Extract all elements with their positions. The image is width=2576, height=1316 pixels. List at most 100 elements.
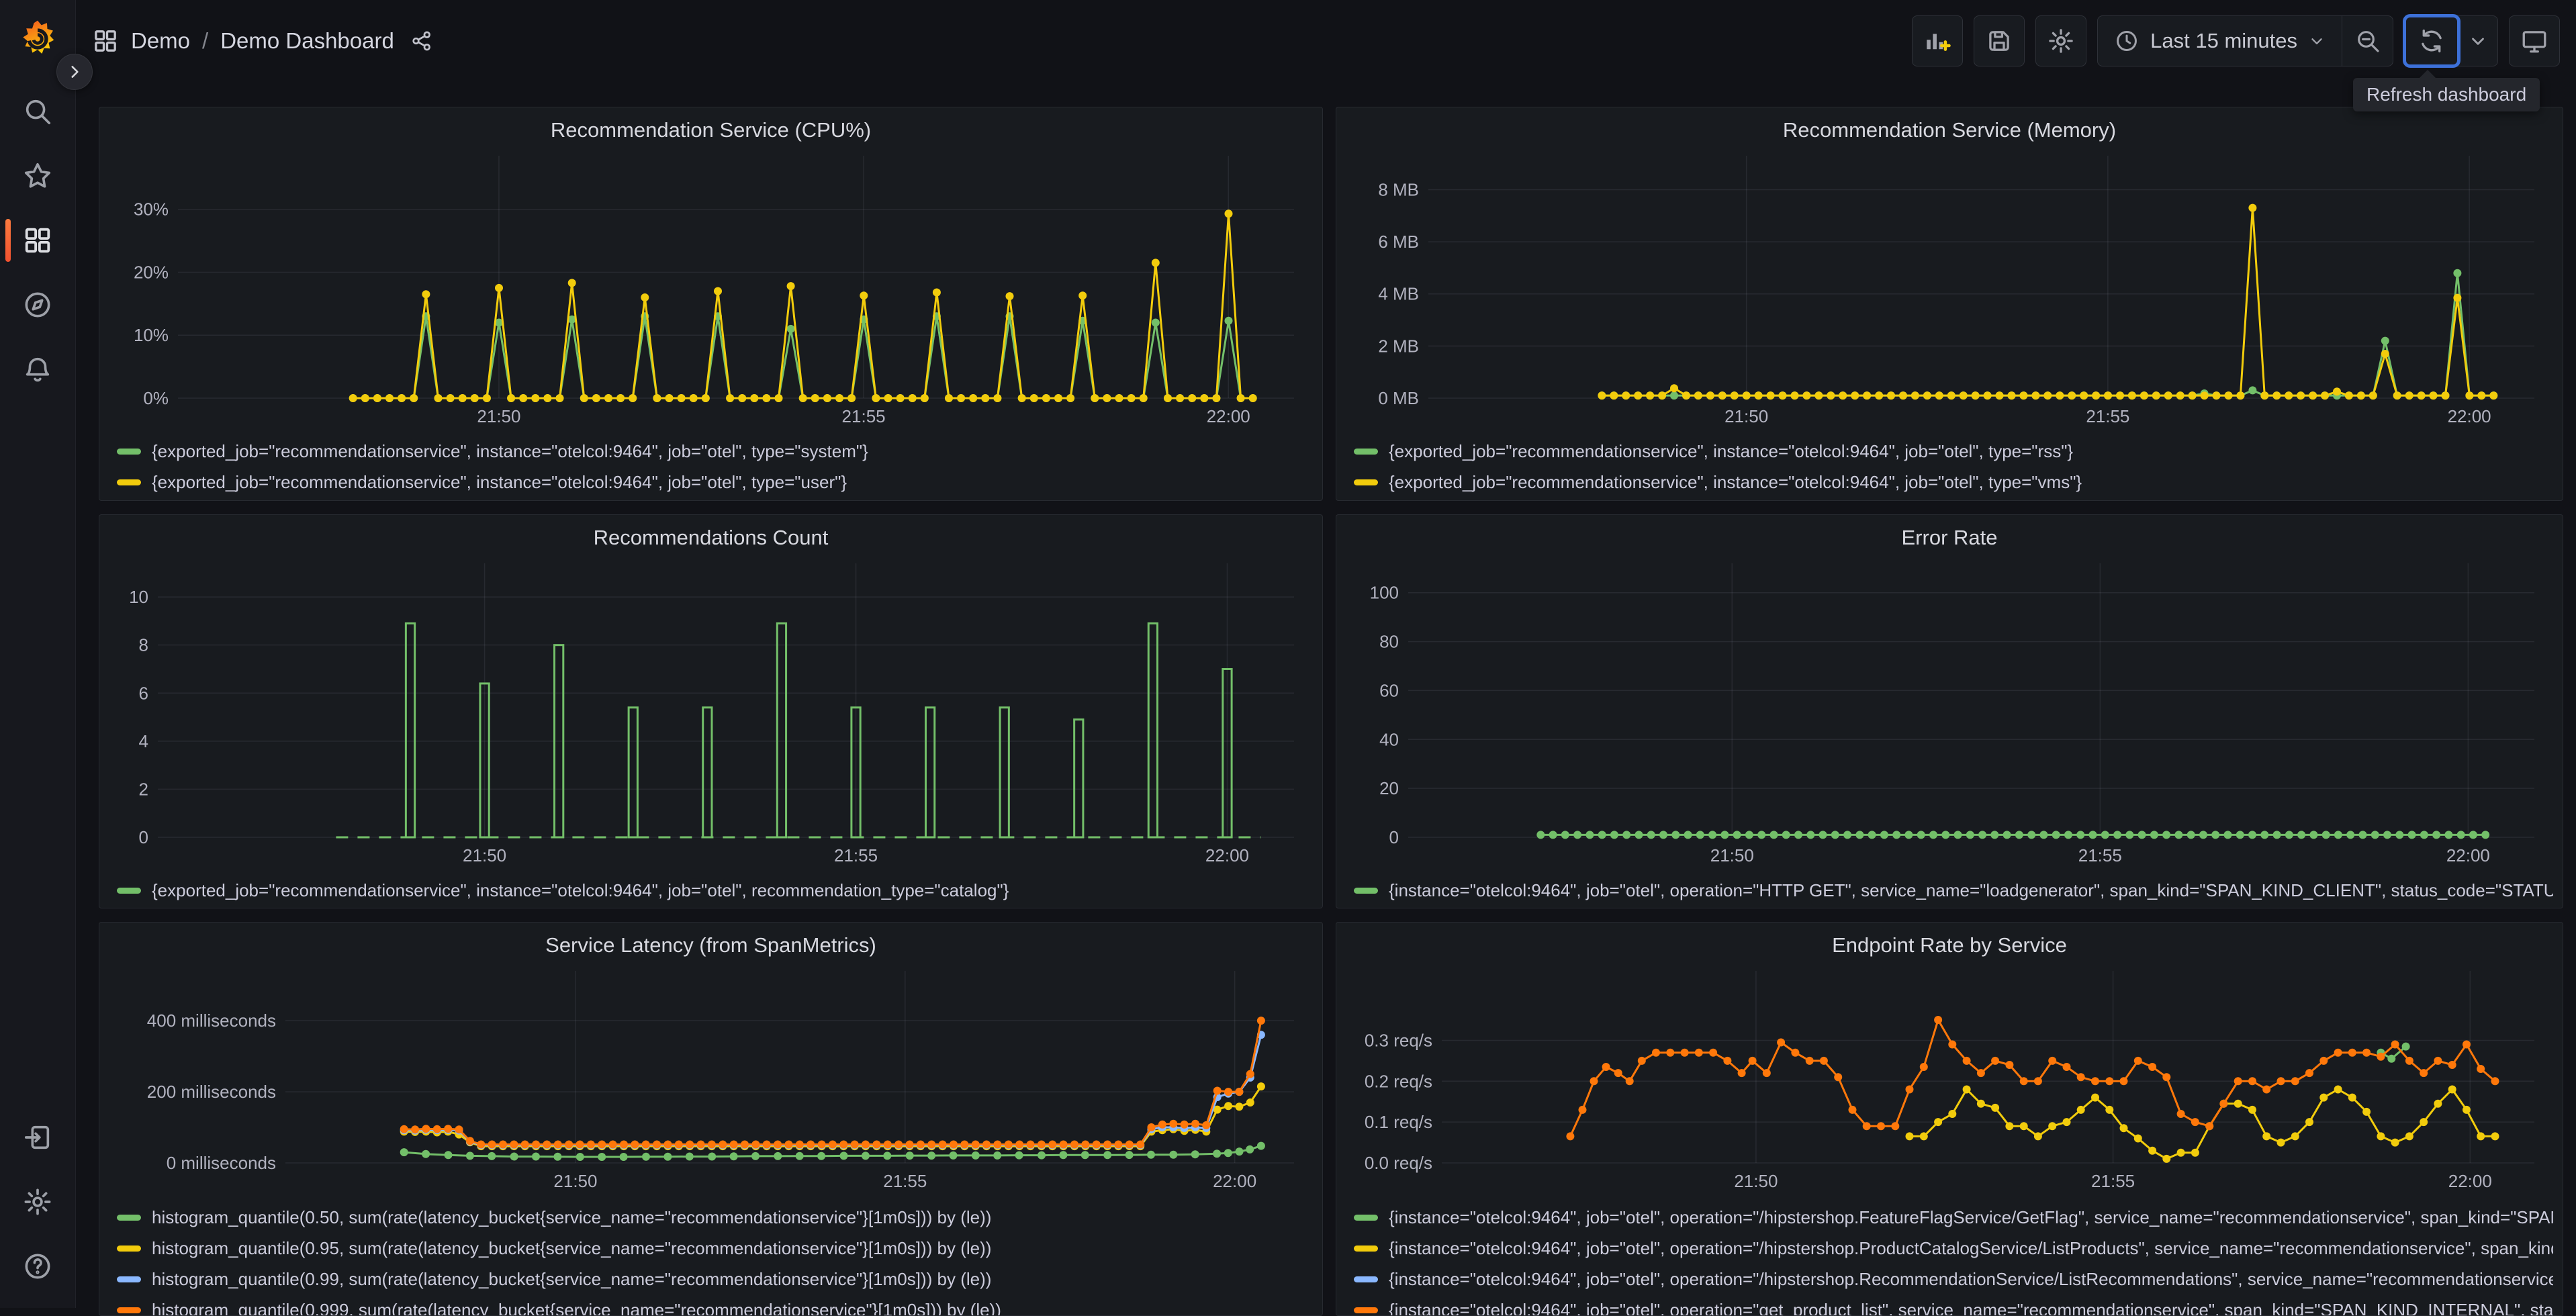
legend-item[interactable]: {instance="otelcol:9464", job="otel", op… xyxy=(1354,875,2553,906)
timeseries-chart[interactable]: 02040608010021:5021:5522:00 xyxy=(1344,558,2555,868)
save-icon xyxy=(1985,27,2013,55)
refresh-dashboard-button[interactable] xyxy=(2405,16,2458,66)
tv-mode-button[interactable] xyxy=(2509,15,2560,66)
chart-legend: {exported_job="recommendationservice", i… xyxy=(117,436,1313,499)
svg-text:60: 60 xyxy=(1379,680,1399,700)
legend-swatch xyxy=(1354,449,1378,455)
refresh-icon xyxy=(2418,27,2446,55)
legend-swatch xyxy=(117,1276,141,1282)
svg-text:0.0 req/s: 0.0 req/s xyxy=(1365,1153,1432,1173)
timeseries-chart[interactable]: 0.0 req/s0.1 req/s0.2 req/s0.3 req/s21:5… xyxy=(1344,966,2555,1194)
legend-item[interactable]: {exported_job="recommendationservice", i… xyxy=(1354,436,2553,467)
legend-item[interactable]: {instance="otelcol:9464", job="otel", op… xyxy=(1354,1202,2553,1233)
panel-service-latency: Service Latency (from SpanMetrics) 0 mil… xyxy=(99,922,1323,1316)
svg-text:21:55: 21:55 xyxy=(2091,1171,2135,1191)
svg-text:22:00: 22:00 xyxy=(1207,406,1250,426)
chevron-down-icon xyxy=(2468,31,2488,51)
breadcrumb: Demo / Demo Dashboard xyxy=(92,28,433,54)
svg-text:30%: 30% xyxy=(134,199,169,220)
refresh-interval-button[interactable] xyxy=(2458,16,2497,66)
timeseries-chart[interactable]: 024681021:5021:5522:00 xyxy=(107,558,1314,868)
chart-legend: {exported_job="recommendationservice", i… xyxy=(1354,436,2553,499)
svg-text:22:00: 22:00 xyxy=(2448,1171,2492,1191)
sidebar-item-sign-in[interactable] xyxy=(0,1105,76,1170)
save-dashboard-button[interactable] xyxy=(1974,15,2025,66)
sidebar-expand-button[interactable] xyxy=(56,54,93,90)
svg-text:21:50: 21:50 xyxy=(553,1171,597,1191)
legend-item[interactable]: {exported_job="recommendationservice", i… xyxy=(117,875,1313,906)
share-icon[interactable] xyxy=(410,30,433,52)
svg-text:21:55: 21:55 xyxy=(883,1171,927,1191)
gear-icon xyxy=(2047,27,2075,55)
zoom-out-time-button[interactable] xyxy=(2342,16,2393,66)
panel-title[interactable]: Recommendation Service (Memory) xyxy=(1336,118,2563,142)
legend-swatch xyxy=(1354,888,1378,894)
timeseries-chart[interactable]: 0%10%20%30%21:5021:5522:00 xyxy=(107,150,1314,429)
legend-item[interactable]: {instance="otelcol:9464", job="otel", op… xyxy=(1354,1264,2553,1295)
tooltip-text: Refresh dashboard xyxy=(2366,84,2526,105)
svg-text:0 MB: 0 MB xyxy=(1378,388,1419,408)
svg-text:22:00: 22:00 xyxy=(2446,845,2490,865)
panel-title[interactable]: Error Rate xyxy=(1336,526,2563,550)
svg-text:21:55: 21:55 xyxy=(2078,845,2122,865)
svg-text:100: 100 xyxy=(1370,583,1399,603)
legend-item[interactable]: histogram_quantile(0.95, sum(rate(latenc… xyxy=(117,1233,1313,1264)
breadcrumb-root[interactable]: Demo xyxy=(131,28,190,54)
legend-item[interactable]: {instance="otelcol:9464", job="otel", op… xyxy=(1354,1295,2553,1316)
svg-text:6: 6 xyxy=(139,683,148,703)
legend-item[interactable]: {exported_job="recommendationservice", i… xyxy=(1354,467,2553,498)
legend-item[interactable]: {instance="otelcol:9464", job="otel", op… xyxy=(1354,1233,2553,1264)
chart-legend: {exported_job="recommendationservice", i… xyxy=(117,875,1313,907)
gear-icon xyxy=(22,1186,53,1217)
refresh-group xyxy=(2404,15,2498,66)
legend-item[interactable]: {exported_job="recommendationservice", i… xyxy=(117,467,1313,498)
svg-text:22:00: 22:00 xyxy=(2448,406,2491,426)
toolbar-actions: Last 15 minutes xyxy=(1912,15,2560,66)
panel-recommendation-memory: Recommendation Service (Memory) 0 MB2 MB… xyxy=(1336,107,2563,501)
sidebar-item-help[interactable] xyxy=(0,1234,76,1299)
svg-text:0%: 0% xyxy=(143,388,169,408)
panel-title[interactable]: Recommendation Service (CPU%) xyxy=(99,118,1322,142)
legend-swatch xyxy=(117,1215,141,1221)
svg-text:0: 0 xyxy=(1389,827,1399,847)
legend-label: {instance="otelcol:9464", job="otel", op… xyxy=(1389,1207,2553,1228)
sidebar-item-dashboards[interactable] xyxy=(0,208,76,273)
panel-title[interactable]: Recommendations Count xyxy=(99,526,1322,550)
svg-text:80: 80 xyxy=(1379,632,1399,652)
legend-swatch xyxy=(117,1246,141,1252)
legend-item[interactable]: histogram_quantile(0.50, sum(rate(latenc… xyxy=(117,1202,1313,1233)
help-circle-icon xyxy=(22,1251,53,1282)
legend-label: {instance="otelcol:9464", job="otel", op… xyxy=(1389,1269,2553,1290)
sidebar-item-explore[interactable] xyxy=(0,273,76,337)
legend-item[interactable]: histogram_quantile(0.999, sum(rate(laten… xyxy=(117,1295,1313,1316)
svg-text:21:50: 21:50 xyxy=(463,845,506,865)
svg-text:22:00: 22:00 xyxy=(1213,1171,1256,1191)
breadcrumb-current[interactable]: Demo Dashboard xyxy=(220,28,394,54)
search-icon xyxy=(22,96,53,127)
apps-grid-icon xyxy=(92,28,119,54)
svg-text:10: 10 xyxy=(129,587,148,607)
sidebar-item-settings[interactable] xyxy=(0,1170,76,1234)
legend-item[interactable]: histogram_quantile(0.99, sum(rate(latenc… xyxy=(117,1264,1313,1295)
svg-text:0.3 req/s: 0.3 req/s xyxy=(1365,1030,1432,1050)
panel-title[interactable]: Service Latency (from SpanMetrics) xyxy=(99,933,1322,957)
legend-label: {exported_job="recommendationservice", i… xyxy=(152,441,868,462)
sidebar-item-alerting[interactable] xyxy=(0,337,76,402)
grafana-logo-icon[interactable] xyxy=(17,17,58,59)
add-panel-button[interactable] xyxy=(1912,15,1963,66)
svg-text:2: 2 xyxy=(139,779,148,799)
timeseries-chart[interactable]: 0 MB2 MB4 MB6 MB8 MB21:5021:5522:00 xyxy=(1344,150,2555,429)
legend-item[interactable]: {exported_job="recommendationservice", i… xyxy=(117,436,1313,467)
svg-text:200 milliseconds: 200 milliseconds xyxy=(147,1082,276,1102)
time-range-picker[interactable]: Last 15 minutes xyxy=(2098,16,2342,66)
sign-in-icon xyxy=(22,1122,53,1153)
sidebar-item-starred[interactable] xyxy=(0,144,76,208)
timeseries-chart[interactable]: 0 milliseconds200 milliseconds400 millis… xyxy=(107,966,1314,1194)
panel-title[interactable]: Endpoint Rate by Service xyxy=(1336,933,2563,957)
svg-text:8: 8 xyxy=(139,635,148,655)
sidebar-item-search[interactable] xyxy=(0,79,76,144)
dashboard-settings-button[interactable] xyxy=(2035,15,2086,66)
bell-icon xyxy=(22,354,53,385)
legend-swatch xyxy=(1354,1246,1378,1252)
legend-label: {instance="otelcol:9464", job="otel", op… xyxy=(1389,880,2553,901)
